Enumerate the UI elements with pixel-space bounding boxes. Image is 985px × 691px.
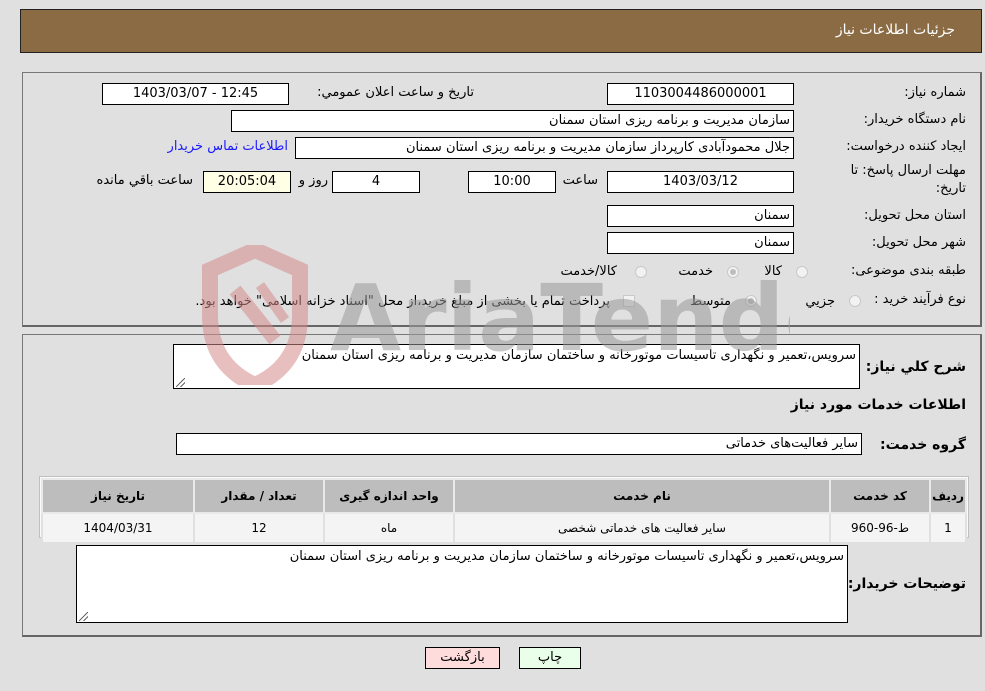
- cell-service-code: ط-96-960: [829, 512, 931, 544]
- category-radio-goods-service[interactable]: [635, 266, 647, 278]
- remaining-time-field: 20:05:04: [203, 171, 291, 193]
- treasury-checkbox-label: پرداخت تمام يا بخشی از مبلغ خريد،از محل …: [195, 294, 610, 309]
- province-field: سمنان: [607, 205, 794, 227]
- buyer-notes-textarea[interactable]: سرویس،تعمیر و نگهداری تاسیسات موتورخانه …: [76, 545, 848, 623]
- process-medium-label: متوسط: [690, 294, 731, 309]
- deadline-date-field: 1403/03/12: [607, 171, 794, 193]
- page-header: جزئيات اطلاعات نياز: [20, 9, 982, 53]
- resize-grip-icon[interactable]: [176, 378, 185, 387]
- treasury-checkbox[interactable]: [623, 295, 635, 307]
- deadline-time-field: 10:00: [468, 171, 556, 193]
- col-header-need-date: تاريخ نياز: [41, 478, 195, 514]
- announce-datetime-field: 1403/03/07 - 12:45: [102, 83, 289, 105]
- creator-field: جلال محمودآبادی کارپرداز سازمان مدیریت و…: [295, 137, 794, 159]
- process-minor-label: جزيي: [805, 294, 835, 309]
- need-number-label: شماره نياز:: [904, 85, 966, 100]
- days-label: روز و: [298, 173, 328, 188]
- process-radio-medium[interactable]: [745, 295, 757, 307]
- service-group-label: گروه خدمت:: [880, 437, 966, 453]
- category-goods-service-label: کالا/خدمت: [560, 264, 617, 279]
- summary-textarea[interactable]: سرویس،تعمیر و نگهداری تاسیسات موتورخانه …: [173, 344, 860, 389]
- buyer-org-label: نام دستگاه خريدار:: [863, 112, 966, 127]
- buyer-notes-text: سرویس،تعمیر و نگهداری تاسیسات موتورخانه …: [289, 549, 844, 564]
- col-header-unit: واحد اندازه گيری: [323, 478, 455, 514]
- back-button[interactable]: بازگشت: [425, 647, 500, 669]
- summary-text: سرویس،تعمیر و نگهداری تاسیسات موتورخانه …: [301, 348, 856, 363]
- col-header-service-name: نام خدمت: [453, 478, 831, 514]
- creator-label: ايجاد کننده درخواست:: [846, 139, 966, 154]
- col-header-row-number: رديف: [929, 478, 967, 514]
- cell-need-date: 1404/03/31: [41, 512, 195, 544]
- buyer-notes-label: توضيحات خريدار:: [847, 576, 966, 592]
- table-row: 1 ط-96-960 ساير فعاليت هاى خدماتى شخصى م…: [41, 512, 967, 544]
- table-header-row: رديف کد خدمت نام خدمت واحد اندازه گيری ت…: [41, 478, 967, 514]
- services-table: رديف کد خدمت نام خدمت واحد اندازه گيری ت…: [41, 478, 967, 544]
- process-radio-minor[interactable]: [849, 295, 861, 307]
- cell-unit: ماه: [323, 512, 455, 544]
- province-label: استان محل تحويل:: [864, 208, 966, 223]
- announce-label: تاريخ و ساعت اعلان عمومي:: [317, 85, 474, 100]
- category-radio-goods[interactable]: [796, 266, 808, 278]
- services-section-title: اطلاعات خدمات مورد نياز: [790, 397, 966, 413]
- cell-service-name: ساير فعاليت هاى خدماتى شخصى: [453, 512, 831, 544]
- deadline-label: مهلت ارسال پاسخ: تا: [850, 163, 966, 178]
- print-button[interactable]: چاپ: [519, 647, 581, 669]
- col-header-service-code: کد خدمت: [829, 478, 931, 514]
- process-label: نوع فرآيند خريد :: [874, 292, 966, 307]
- resize-grip-icon[interactable]: [79, 612, 88, 621]
- category-radio-service[interactable]: [727, 266, 739, 278]
- category-label: طبقه بندی موضوعی:: [850, 263, 966, 278]
- deadline-label-date: تاريخ:: [935, 181, 966, 196]
- col-header-quantity: تعداد / مقدار: [193, 478, 325, 514]
- need-details-panel: شماره نياز: 1103004486000001 تاريخ و ساع…: [22, 72, 982, 327]
- service-group-field: ساير فعاليت‌هاى خدماتى: [176, 433, 862, 455]
- days-remaining-field: 4: [332, 171, 420, 193]
- cell-quantity: 12: [193, 512, 325, 544]
- city-field: سمنان: [607, 232, 794, 254]
- page-title: جزئيات اطلاعات نياز: [835, 22, 955, 38]
- need-number-field: 1103004486000001: [607, 83, 794, 105]
- deadline-time-label: ساعت: [562, 173, 598, 188]
- category-service-label: خدمت: [678, 264, 713, 279]
- remaining-time-label: ساعت باقي مانده: [96, 173, 193, 188]
- buyer-org-field: سازمان مدیریت و برنامه ریزی استان سمنان: [231, 110, 794, 132]
- category-goods-label: کالا: [764, 264, 782, 279]
- services-panel: شرح کلي نياز: سرویس،تعمیر و نگهداری تاسی…: [22, 334, 982, 637]
- summary-label: شرح کلي نياز:: [865, 359, 966, 375]
- cell-row-number: 1: [929, 512, 967, 544]
- buyer-contact-link[interactable]: اطلاعات تماس خريدار: [168, 139, 288, 154]
- city-label: شهر محل تحويل:: [871, 235, 966, 250]
